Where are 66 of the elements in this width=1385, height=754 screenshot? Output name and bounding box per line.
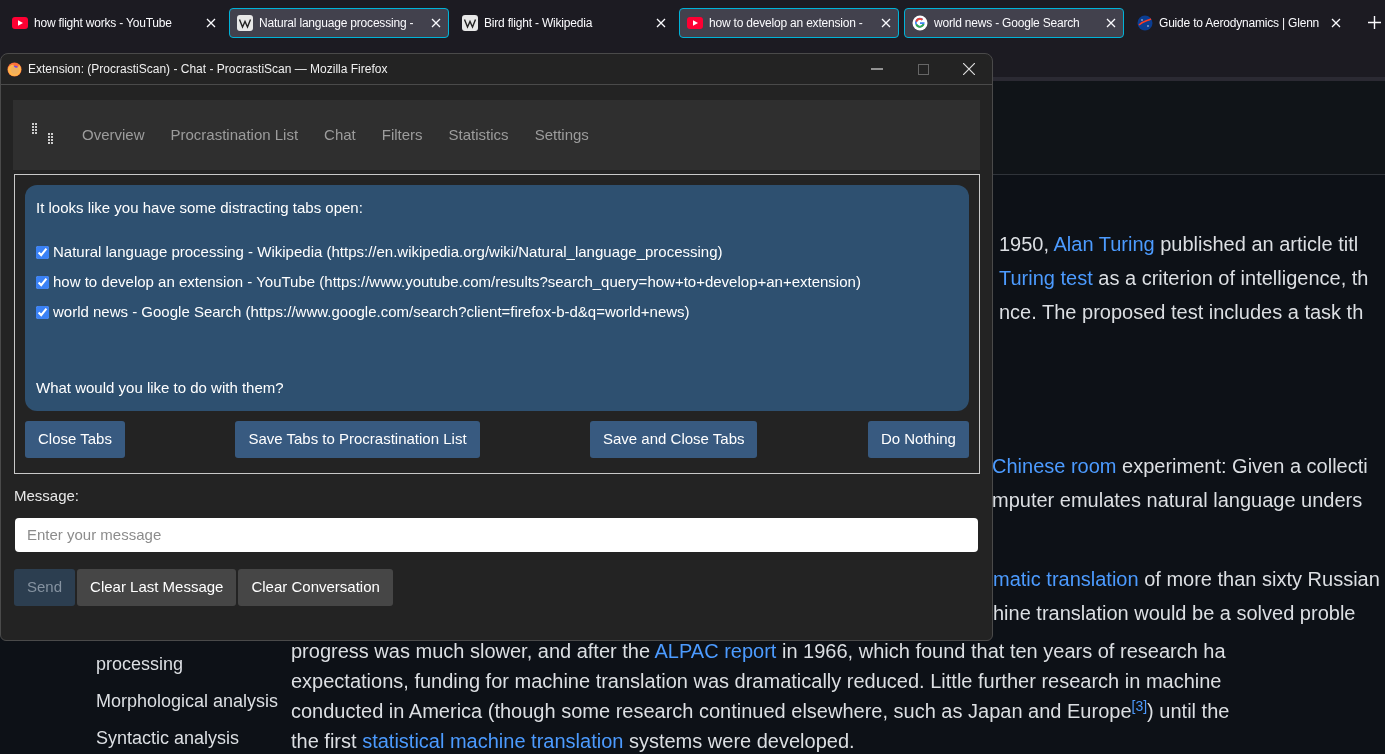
dots-icon [31, 123, 55, 147]
article-text: Chinese room experiment: Given a collecti [992, 454, 1369, 479]
message-input-field[interactable]: Enter your message [15, 517, 978, 552]
article-text: matic translation of more than sixty Russian [993, 567, 1381, 592]
nav-link[interactable]: Settings [534, 123, 589, 147]
field-label: Message: [14, 486, 81, 506]
checkbox-label: world news - Google Search (https://www.google.com/search?client=firefox-b-d&q=world+news) [53, 301, 690, 322]
close-icon [206, 17, 216, 28]
sidebar-link[interactable]: Morphological analysis [96, 690, 291, 713]
article-link[interactable]: Alan Turing [1053, 233, 1155, 255]
close-icon [1106, 17, 1116, 28]
article-link[interactable]: statistical machine translation [362, 730, 624, 752]
nav-link[interactable]: Overview [82, 123, 145, 147]
nav-link[interactable]: Filters [381, 123, 423, 147]
article-text: nce. The proposed test includes a task th [999, 300, 1365, 325]
browser-tab[interactable]: Guide to Aerodynamics | Glenn [1129, 7, 1349, 38]
browser-tab[interactable]: world news - Google Search [904, 7, 1124, 38]
video-play-icon [687, 16, 703, 29]
action-button[interactable]: Close Tabs [25, 421, 125, 458]
chat-button[interactable]: Clear Last Message [77, 568, 237, 606]
browser-tab[interactable]: how to develop an extension - [679, 7, 899, 38]
plus-icon [1368, 16, 1381, 29]
chat-button[interactable]: Clear Conversation [238, 568, 393, 606]
article-link[interactable]: matic translation [993, 568, 1139, 590]
checkbox-label: how to develop an extension - YouTube (https://www.youtube.com/results?search_query=how+to+develop+an+extension) [53, 271, 861, 292]
action-button[interactable]: Save Tabs to Procrastination List [235, 421, 480, 458]
w-letter-icon [462, 14, 478, 31]
article-text: conducted in America (though some research continued elsewhere, such as Japan and Europe$^{[3]}$) until the [291, 697, 1230, 724]
article-link[interactable]: Turing test [999, 267, 1093, 289]
message-text: It looks like you have some distracting tabs open: [36, 198, 364, 218]
article-text: expectations, funding for machine translation was dramatically reduced. Little further research in machine [291, 669, 1223, 694]
article-link[interactable]: ALPAC report [654, 640, 777, 662]
square-icon [917, 63, 929, 75]
article-text: mputer emulates natural language unders [992, 488, 1364, 513]
checkbox[interactable] [36, 305, 49, 319]
close-icon [1331, 17, 1341, 28]
nav-link[interactable]: Procrastination List [170, 123, 299, 147]
sidebar-link[interactable]: Syntactic analysis [96, 727, 291, 750]
sidebar-link[interactable]: processing [96, 653, 291, 676]
article-link[interactable]: Chinese room [992, 455, 1117, 477]
article-text: hine translation would be a solved proble [993, 601, 1357, 626]
browser-tab[interactable]: how flight works - YouTube [4, 7, 224, 38]
close-icon [963, 63, 975, 75]
w-letter-icon [237, 14, 253, 31]
close-icon [656, 17, 666, 28]
window-title: Extension: (ProcrastiScan) - Chat - ProcrastiScan — Mozilla Firefox [28, 61, 388, 78]
article-text: Turing test as a criterion of intelligence, th [999, 266, 1370, 291]
message-text: What would you like to do with them? [36, 378, 285, 398]
browser-tab[interactable]: Bird flight - Wikipedia [454, 7, 674, 38]
article-text: 1950, Alan Turing published an article titl [999, 232, 1360, 257]
action-button[interactable]: Save and Close Tabs [590, 421, 758, 458]
checkbox-label: Natural language processing - Wikipedia (https://en.wikipedia.org/wiki/Natural_language_processing) [53, 241, 723, 262]
article-text: the first statistical machine translation systems were developed. [291, 729, 856, 754]
checkbox[interactable] [36, 245, 49, 259]
nav-link[interactable]: Chat [324, 123, 356, 147]
action-button[interactable]: Do Nothing [867, 421, 969, 458]
checkbox[interactable] [36, 275, 49, 289]
fox-logo-icon [7, 61, 22, 77]
reference-link[interactable]: [3] [1131, 698, 1148, 714]
browser-tab[interactable]: Natural language processing - [229, 7, 449, 38]
nav-link[interactable]: Statistics [448, 123, 509, 147]
g-logo-icon [912, 14, 928, 31]
round-emblem-icon [1137, 14, 1153, 31]
close-icon [881, 17, 891, 28]
close-icon [431, 17, 441, 28]
video-play-icon [12, 16, 28, 29]
